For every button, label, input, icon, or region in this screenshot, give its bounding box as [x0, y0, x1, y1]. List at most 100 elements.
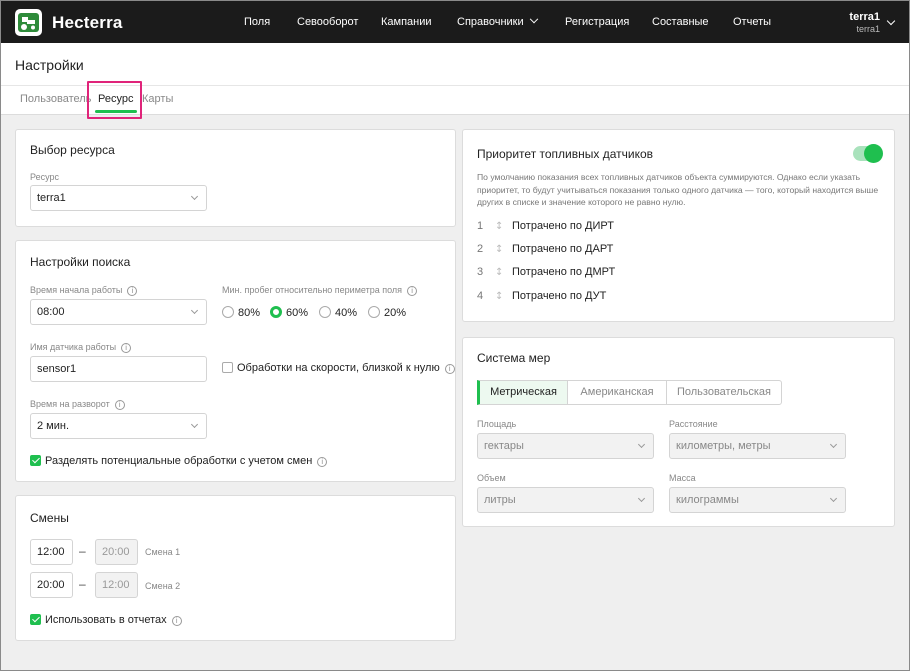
resource-label: Ресурс	[30, 172, 60, 182]
shifts-card-title: Смены	[30, 511, 69, 525]
min-run-label-text: Мин. пробег относительно периметра поля	[222, 285, 403, 295]
resource-select[interactable]: terra1	[30, 185, 207, 211]
unit-system-american[interactable]: Американская	[567, 380, 667, 405]
low-speed-label: Обработки на скорости, близкой к нулю	[237, 362, 440, 374]
unit-system-metric[interactable]: Метрическая	[477, 380, 568, 405]
priority-label: Потрачено по ДМРТ	[512, 266, 616, 278]
drag-handle-icon[interactable]: ↕	[495, 291, 512, 302]
fuel-priority-item[interactable]: 3 ↕ Потрачено по ДМРТ	[477, 266, 615, 278]
use-in-reports-checkbox[interactable]: Использовать в отчетах i	[30, 614, 182, 626]
start-time-value: 08:00	[37, 306, 65, 318]
min-run-radio-80[interactable]: 80%	[222, 306, 260, 319]
top-navigation-bar: Hecterra Поля Севооборот Кампании Справо…	[1, 1, 909, 43]
nav-references-label: Справочники	[457, 16, 524, 28]
turn-time-select[interactable]: 2 мин.	[30, 413, 207, 439]
radio-selected-icon	[270, 306, 282, 318]
shift-1-start-input[interactable]: 12:00	[30, 539, 73, 565]
chevron-down-icon[interactable]	[886, 16, 896, 26]
shift-2-name: Смена 2	[145, 581, 181, 591]
priority-label: Потрачено по ДИРТ	[512, 220, 614, 232]
min-run-option-80: 80%	[238, 307, 261, 319]
sensor-label: Имя датчика работы i	[30, 342, 132, 353]
sensor-label-text: Имя датчика работы	[30, 342, 117, 352]
nav-fields[interactable]: Поля	[244, 1, 270, 43]
info-icon[interactable]: i	[171, 616, 182, 626]
priority-label: Потрачено по ДАРТ	[512, 243, 614, 255]
resource-select-value: terra1	[37, 192, 66, 204]
split-shifts-checkbox[interactable]: Разделять потенциальные обработки с учет…	[30, 455, 328, 467]
mass-select: килограммы	[669, 487, 846, 513]
fuel-priority-item[interactable]: 1 ↕ Потрачено по ДИРТ	[477, 220, 614, 232]
checkbox-checked-icon	[30, 455, 41, 466]
fuel-priority-item[interactable]: 4 ↕ Потрачено по ДУТ	[477, 290, 606, 302]
unit-system-custom[interactable]: Пользовательская	[666, 380, 782, 405]
min-run-option-60: 60%	[286, 307, 309, 319]
min-run-radio-20[interactable]: 20%	[368, 306, 406, 319]
user-name: terra1	[849, 11, 880, 23]
nav-composite[interactable]: Составные	[652, 1, 709, 43]
area-select: гектары	[477, 433, 654, 459]
turn-time-label: Время на разворот i	[30, 399, 125, 410]
chevron-down-icon	[190, 420, 199, 429]
info-icon[interactable]: i	[121, 343, 132, 353]
area-label: Площадь	[477, 419, 517, 429]
units-card-title: Система мер	[477, 351, 551, 365]
volume-label: Объем	[477, 473, 506, 483]
chevron-down-icon	[829, 494, 838, 503]
shift-1-name: Смена 1	[145, 547, 181, 557]
fuel-priority-item[interactable]: 2 ↕ Потрачено по ДАРТ	[477, 243, 613, 255]
chevron-down-icon	[637, 494, 646, 503]
toggle-knob	[864, 144, 883, 163]
checkbox-icon	[222, 362, 233, 373]
user-menu[interactable]: terra1 terra1	[849, 11, 880, 34]
sensor-name-input[interactable]: sensor1	[30, 356, 207, 382]
radio-icon	[319, 306, 331, 318]
turn-time-label-text: Время на разворот	[30, 399, 110, 409]
info-icon[interactable]: i	[127, 286, 138, 296]
info-icon[interactable]: i	[444, 364, 455, 374]
info-icon[interactable]: i	[407, 286, 418, 296]
resource-card-title: Выбор ресурса	[30, 143, 115, 157]
volume-value: литры	[484, 494, 516, 506]
info-icon[interactable]: i	[114, 400, 125, 410]
hecterra-logo-icon[interactable]	[15, 9, 42, 36]
chevron-down-icon	[637, 440, 646, 449]
drag-handle-icon[interactable]: ↕	[495, 221, 512, 232]
priority-label: Потрачено по ДУТ	[512, 290, 607, 302]
tab-maps[interactable]: Карты	[142, 93, 173, 105]
shift-2-start-input[interactable]: 20:00	[30, 572, 73, 598]
low-speed-checkbox[interactable]: Обработки на скорости, близкой к нулю i	[222, 362, 455, 374]
distance-label: Расстояние	[669, 419, 718, 429]
min-run-option-20: 20%	[384, 307, 407, 319]
fuel-priority-toggle[interactable]	[853, 144, 883, 163]
nav-crop-rotation[interactable]: Севооборот	[297, 1, 358, 43]
turn-time-value: 2 мин.	[37, 420, 70, 432]
split-shifts-label: Разделять потенциальные обработки с учет…	[45, 455, 313, 467]
range-dash: –	[79, 544, 86, 558]
info-icon[interactable]: i	[317, 457, 328, 467]
chevron-down-icon	[829, 440, 838, 449]
use-in-reports-label: Использовать в отчетах	[45, 614, 167, 626]
fuel-card-title: Приоритет топливных датчиков	[477, 147, 654, 161]
min-run-radio-40[interactable]: 40%	[319, 306, 357, 319]
nav-references[interactable]: Справочники	[457, 1, 538, 43]
tab-user[interactable]: Пользователь	[20, 93, 91, 105]
nav-campaigns[interactable]: Кампании	[381, 1, 432, 43]
drag-handle-icon[interactable]: ↕	[495, 267, 512, 278]
volume-select: литры	[477, 487, 654, 513]
nav-registration[interactable]: Регистрация	[565, 1, 629, 43]
fuel-description: По умолчанию показания всех топливных да…	[477, 172, 879, 207]
nav-reports[interactable]: Отчеты	[733, 1, 771, 43]
tab-highlight-box	[87, 81, 142, 119]
priority-number: 4	[477, 290, 484, 302]
start-time-label-text: Время начала работы	[30, 285, 123, 295]
area-value: гектары	[484, 440, 524, 452]
drag-handle-icon[interactable]: ↕	[495, 244, 512, 255]
user-org: terra1	[856, 24, 880, 34]
distance-select: километры, метры	[669, 433, 846, 459]
priority-number: 3	[477, 266, 484, 278]
chevron-down-icon	[190, 192, 199, 201]
start-time-select[interactable]: 08:00	[30, 299, 207, 325]
min-run-radio-60[interactable]: 60%	[270, 306, 308, 319]
min-run-label: Мин. пробег относительно периметра поля i	[222, 285, 418, 296]
